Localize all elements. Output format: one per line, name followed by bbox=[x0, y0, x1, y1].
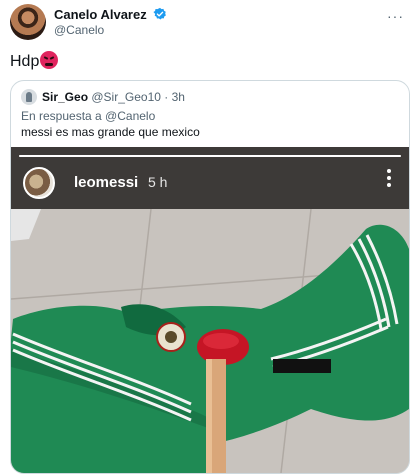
quoted-author-name[interactable]: Sir_Geo bbox=[42, 90, 88, 104]
author-name[interactable]: Canelo Alvarez bbox=[54, 7, 167, 22]
quoted-author-avatar[interactable] bbox=[21, 89, 37, 105]
story-screenshot[interactable]: leomessi 5 h bbox=[11, 147, 409, 473]
story-progress-bar bbox=[19, 155, 401, 157]
tweet-text: Hdp bbox=[10, 51, 59, 71]
story-avatar[interactable] bbox=[23, 167, 55, 199]
jersey-plunger-photo bbox=[11, 209, 409, 473]
story-header: leomessi 5 h bbox=[11, 147, 409, 209]
story-time: 5 h bbox=[148, 174, 168, 190]
quoted-tweet[interactable]: Sir_Geo @Sir_Geo10 · 3h En respuesta a @… bbox=[10, 80, 410, 474]
quoted-time[interactable]: · 3h bbox=[164, 90, 185, 104]
story-progress-fill bbox=[19, 155, 401, 157]
quoted-header: Sir_Geo @Sir_Geo10 · 3h bbox=[42, 90, 185, 104]
story-more-icon[interactable] bbox=[387, 169, 391, 190]
story-username[interactable]: leomessi bbox=[74, 174, 138, 191]
author-avatar[interactable] bbox=[10, 4, 46, 40]
quoted-author-handle[interactable]: @Sir_Geo10 bbox=[91, 90, 161, 104]
more-options-icon[interactable]: ··· bbox=[387, 8, 404, 24]
author-handle[interactable]: @Canelo bbox=[54, 23, 104, 37]
quoted-text: messi es mas grande que mexico bbox=[21, 125, 200, 139]
verified-badge-icon bbox=[153, 7, 167, 20]
angry-face-icon bbox=[40, 51, 59, 69]
reply-to-label: En respuesta a @Canelo bbox=[21, 109, 156, 123]
